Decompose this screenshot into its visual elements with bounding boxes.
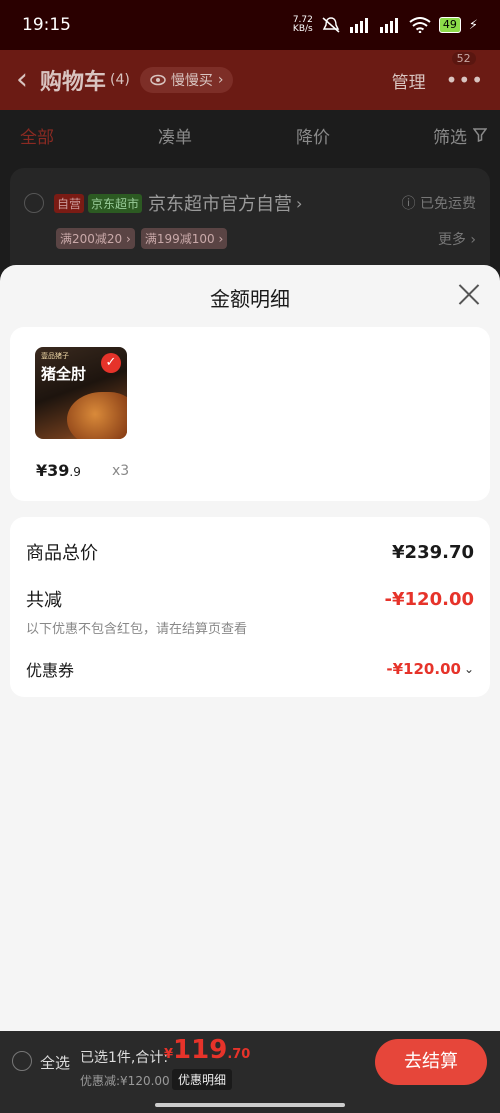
more-icon: ••• [445,68,484,92]
coupon-label: 优惠券 [26,661,75,680]
total-int: 119 [173,1035,228,1065]
product-image-brand: 壹品猪子 [41,352,69,360]
shop-name[interactable]: 京东超市官方自营 [148,190,292,216]
discount-detail-button[interactable]: 优惠明细 [172,1069,233,1090]
coupon-value: -¥120.00 [386,660,461,678]
promo-tag[interactable]: 满200减20 › [56,228,135,249]
sheet-title: 金额明细 [210,287,290,311]
net-speed-unit: KB/s [292,24,313,34]
summary-card: 商品总价 ¥239.70 共减 -¥120.00 以下优惠不包含红包，请在结算页… [10,517,490,697]
shop-card: 自营 京东超市 京东超市官方自营 › ⓘ 已免运费 满200减20 › 满199… [10,168,490,278]
mute-alarm-icon [322,17,340,33]
total-currency: ¥ [164,1047,174,1062]
slow-buy-label: 慢慢买 [170,73,213,89]
total-discount-value: -¥120.00 [384,588,474,610]
goods-total-row: 商品总价 ¥239.70 [26,539,474,565]
product-quantity: x3 [112,463,130,479]
goods-total-value: ¥239.70 [392,541,474,563]
self-operated-tag: 自营 [54,193,85,213]
cart-count: (4) [110,72,130,88]
total-price: ¥ 119 .70 [164,1035,250,1065]
status-bar: 19:15 7.72 KB/s 49 ⚡ [0,0,500,50]
more-button[interactable]: ••• 52 [445,52,484,92]
total-decimal: .70 [227,1047,251,1062]
select-all-label[interactable]: 全选 [40,1052,70,1073]
wifi-icon [409,17,431,33]
product-price-decimal: .9 [69,465,81,479]
goods-total-label: 商品总价 [26,543,98,564]
close-icon[interactable] [458,283,480,305]
total-discount-row: 共减 -¥120.00 [26,586,474,612]
free-shipping-text: 已免运费 [420,196,476,212]
product-price: ¥39.9 [36,461,81,480]
signal-icon-2 [379,18,398,33]
checkout-button[interactable]: 去结算 [375,1039,487,1085]
check-icon: ✓ [101,353,121,373]
signal-icon-1 [349,18,368,33]
discount-summary: 优惠减:¥120.00 [80,1074,170,1088]
tab-filter-label: 筛选 [433,127,467,148]
eye-icon [150,74,166,86]
checkout-bar: 全选 已选1件,合计: ¥ 119 .70 优惠减:¥120.00 优惠明细 去… [0,1031,500,1113]
chevron-down-icon[interactable]: ⌄ [464,662,474,676]
message-badge: 52 [451,52,476,65]
select-all-radio[interactable] [12,1051,32,1071]
home-indicator[interactable] [155,1103,345,1107]
filter-icon [473,128,487,142]
cart-header: ‹ 购物车 (4) 慢慢买 › 管理 ••• 52 [0,50,500,110]
tab-filter[interactable]: 筛选 [433,123,487,148]
cart-tabs: 全部 凑单 降价 筛选 [0,110,500,160]
tab-bundle[interactable]: 凑单 [158,123,192,148]
product-price-main: ¥39 [36,461,70,480]
product-photo [67,392,127,439]
more-promos-link[interactable]: 更多 › [438,229,476,249]
chevron-right-icon: › [296,193,303,213]
page-title: 购物车 [40,70,107,95]
coupon-row[interactable]: 优惠券 -¥120.00 ⌄ [26,657,474,681]
back-icon[interactable]: ‹ [16,65,28,95]
tab-price-drop[interactable]: 降价 [296,123,330,148]
promo-tag-label: 满199减100 [144,232,215,246]
chevron-right-icon: › [217,72,224,88]
promo-tag-label: 满200减20 [60,232,123,246]
status-time: 19:15 [22,15,71,35]
product-image-name: 猪全肘 [41,365,87,383]
jd-supermarket-tag: 京东超市 [88,193,143,213]
goods-card: 壹品猪子 猪全肘 ✓ ¥39.9 x3 [10,327,490,501]
charging-icon: ⚡ [468,17,478,33]
more-promos-label: 更多 [437,231,466,248]
info-icon: ⓘ [401,196,420,212]
net-speed: 7.72 KB/s [293,16,313,34]
free-shipping-label: ⓘ 已免运费 [402,193,476,213]
slow-buy-button[interactable]: 慢慢买 › [139,67,234,93]
amount-detail-sheet: 金额明细 壹品猪子 猪全肘 ✓ ¥39.9 x3 商品总价 ¥239.70 共减… [0,265,500,1031]
shop-select-radio[interactable] [24,193,44,213]
manage-button[interactable]: 管理 [392,68,426,93]
tab-all[interactable]: 全部 [20,123,54,148]
total-discount-label: 共减 [26,590,62,611]
product-image[interactable]: 壹品猪子 猪全肘 ✓ [35,347,127,439]
selected-summary: 已选1件,合计: [80,1050,169,1066]
status-icons: 7.72 KB/s 49 ⚡ [293,16,478,34]
promo-tag[interactable]: 满199减100 › [140,228,228,249]
discount-note: 以下优惠不包含红包，请在结算页查看 [26,622,248,637]
battery-icon: 49 [438,17,461,33]
